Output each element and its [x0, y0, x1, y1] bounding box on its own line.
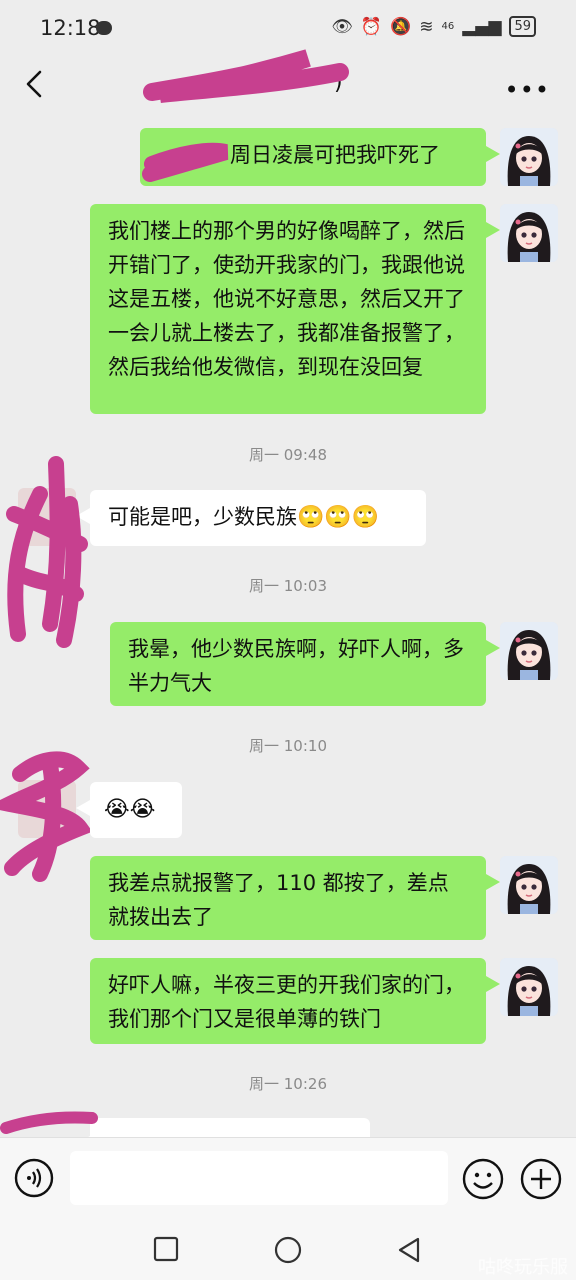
avatar-image: [500, 958, 558, 1016]
status-icons: 👁 ⏰ 🔕 ≋ 46 ▂▄▆ 59: [331, 16, 536, 37]
network-label: 46: [441, 21, 455, 32]
chat-title: ): [334, 70, 343, 95]
chat-header: ) •••: [0, 56, 576, 116]
chat-input-bar: [0, 1137, 576, 1218]
avatar[interactable]: [500, 958, 558, 1016]
message-bubble[interactable]: 我晕，他少数民族啊，好吓人啊，多半力气大: [110, 622, 500, 706]
timestamp: 周一 09:48: [249, 446, 327, 464]
eye-icon: 👁: [331, 16, 353, 37]
message-text: 我差点就报警了，110 都按了，差点就拨出去了: [108, 871, 449, 929]
avatar[interactable]: [18, 488, 76, 546]
redaction-scribble: [6, 456, 88, 648]
avatar-image: [500, 856, 558, 914]
avatar-image: [500, 204, 558, 262]
avatar[interactable]: [500, 204, 558, 262]
timestamp: 周一 10:26: [249, 1075, 327, 1093]
crying-emoji: 😭😭: [104, 797, 156, 822]
avatar[interactable]: [500, 128, 558, 186]
message-text: 好吓人嘛，半夜三更的开我们家的门，我们那个门又是很单薄的铁门: [108, 973, 465, 1031]
plus-icon[interactable]: [520, 1158, 562, 1200]
status-bar: 12:18 👁 ⏰ 🔕 ≋ 46 ▂▄▆ 59: [0, 0, 576, 56]
message-bubble[interactable]: 好吓人嘛，半夜三更的开我们家的门，我们那个门又是很单薄的铁门: [90, 958, 500, 1044]
voice-input-icon[interactable]: [14, 1158, 54, 1198]
avatar[interactable]: [500, 856, 558, 914]
message-bubble[interactable]: 我差点就报警了，110 都按了，差点就拨出去了: [90, 856, 500, 940]
message-bubble[interactable]: 😭😭: [76, 782, 182, 838]
back-arrow-icon[interactable]: [16, 64, 56, 104]
home-icon[interactable]: [273, 1235, 303, 1265]
watermark: 咕咚玩乐服: [478, 1257, 568, 1278]
battery-icon: 59: [509, 16, 536, 37]
message-text: 周日凌晨可把我吓死了: [230, 143, 440, 167]
message-text: 可能是吧，少数民族: [108, 505, 297, 529]
message-bubble[interactable]: 周日凌晨可把我吓死了: [140, 128, 500, 186]
message-bubble[interactable]: 我们楼上的那个男的好像喝醉了，然后开错门了，使劲开我家的门，我跟他说这是五楼，他…: [90, 204, 500, 414]
more-options-button[interactable]: •••: [505, 76, 550, 104]
recents-icon[interactable]: [152, 1235, 182, 1265]
alarm-icon: ⏰: [360, 16, 383, 37]
wifi-icon: ≋: [419, 16, 434, 37]
message-bubble[interactable]: 可能是吧，少数民族🙄🙄🙄: [76, 490, 426, 546]
avatar-image: [500, 128, 558, 186]
status-time: 12:18: [40, 16, 101, 40]
redaction-scribble: [0, 1111, 98, 1134]
system-nav-bar: 咕咚玩乐服: [0, 1217, 576, 1280]
message-text: 我晕，他少数民族啊，好吓人啊，多半力气大: [128, 637, 464, 695]
avatar[interactable]: [18, 780, 76, 838]
mute-icon: 🔕: [390, 16, 412, 37]
signal-icon: ▂▄▆: [462, 16, 502, 37]
timestamp: 周一 10:10: [249, 737, 327, 755]
avatar-image: [500, 622, 558, 680]
message-input[interactable]: [70, 1151, 448, 1205]
emoji-icon[interactable]: [462, 1158, 504, 1200]
message-text: 我们楼上的那个男的好像喝醉了，然后开错门了，使劲开我家的门，我跟他说这是五楼，他…: [108, 219, 465, 379]
roll-eyes-emoji: 🙄🙄🙄: [297, 505, 380, 530]
back-icon[interactable]: [394, 1235, 424, 1265]
timestamp: 周一 10:03: [249, 577, 327, 595]
message-notification-icon: [96, 21, 112, 35]
avatar[interactable]: [500, 622, 558, 680]
